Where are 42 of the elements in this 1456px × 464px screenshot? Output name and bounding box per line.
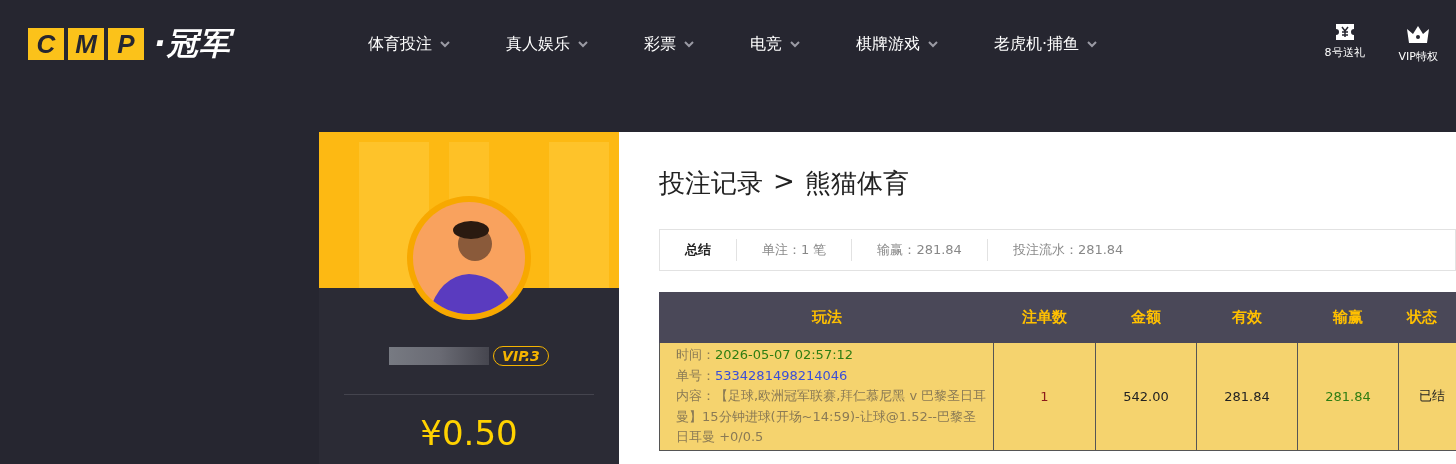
table-cell: 已结 (1398, 342, 1456, 450)
breadcrumb-item: 熊猫体育 (804, 167, 909, 200)
bet-time: 时间：2026-05-07 02:57:12 (676, 346, 855, 364)
summary-stat: 投注流水：281.84 (986, 239, 1149, 261)
table-cell: 281.84 (1297, 342, 1399, 450)
nav-item[interactable]: 真人娱乐 (506, 33, 588, 55)
chevron-icon (578, 40, 588, 48)
logo-letter: M (68, 28, 104, 60)
chevron-icon (684, 40, 694, 48)
nav-item[interactable]: 体育投注 (368, 33, 450, 55)
column-header: 注单数 (993, 292, 1096, 343)
logo[interactable]: C M P ·冠军 (28, 23, 338, 65)
column-header: 玩法 (659, 292, 994, 343)
table-cell: 281.84 (1196, 342, 1298, 450)
summary-title: 总结 (683, 241, 712, 259)
nav-item[interactable]: 老虎机·捕鱼 (994, 33, 1098, 55)
bet-id: 单号：5334281498214046 (676, 366, 849, 385)
chevron-icon (1087, 40, 1098, 48)
quick-link[interactable]: VIP特权 (1398, 24, 1438, 64)
quick-link[interactable]: 8号送礼 (1324, 24, 1365, 64)
balance-amount: ¥0.50 (420, 413, 518, 453)
logo-letter: C (28, 28, 64, 60)
summary-stat: 输赢：281.84 (851, 239, 987, 261)
column-header: 状态 (1398, 292, 1456, 343)
column-header: 有效 (1196, 292, 1298, 343)
breadcrumb-item[interactable]: 投注记录 (659, 166, 763, 201)
nav-item[interactable]: 棋牌游戏 (856, 33, 938, 55)
column-header: 输赢 (1297, 292, 1399, 343)
chevron-icon (790, 40, 800, 48)
column-header: 金额 (1095, 292, 1197, 343)
crown-icon (1405, 24, 1432, 44)
table-cell: 542.00 (1095, 342, 1197, 450)
breadcrumb-separator: > (773, 166, 795, 198)
chevron-icon (928, 40, 938, 48)
bet-content: 内容：【足球,欧洲冠军联赛,拜仁慕尼黑 v 巴黎圣日耳曼】15分钟进球(开场~14:59)-让球@1.52--巴黎圣日耳曼 +0/0.5 (676, 387, 987, 446)
ticket-icon (1335, 24, 1354, 40)
nav-item[interactable]: 彩票 (644, 33, 694, 55)
nav-item[interactable]: 电竞 (750, 33, 800, 55)
chevron-icon (440, 40, 450, 48)
summary-stat: 单注：1 笔 (736, 239, 852, 261)
table-cell: 1 (993, 342, 1096, 450)
logo-letter: P (108, 28, 144, 60)
